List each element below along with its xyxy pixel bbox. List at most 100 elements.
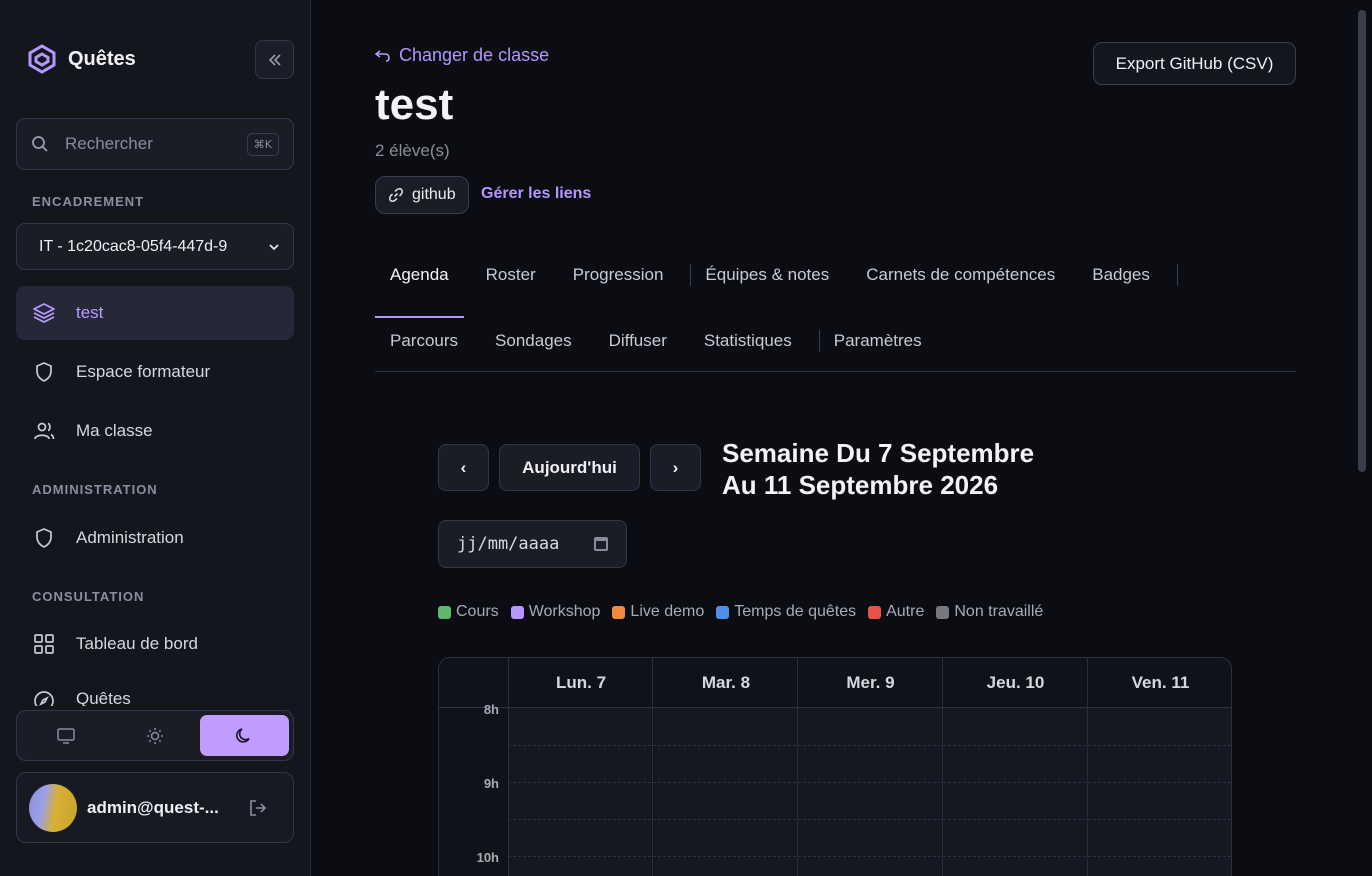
sidebar-item-tableau-de-bord[interactable]: Tableau de bord [16,617,294,671]
sidebar-item-label: test [76,303,104,322]
tab-sondages[interactable]: Sondages [473,319,587,363]
search-shortcut: ⌘K [246,132,279,156]
chevrons-left-icon [268,53,281,66]
page-scrollbar[interactable] [1358,10,1366,472]
date-input[interactable]: jj/mm/aaaa [438,520,627,568]
tabs-divider [375,371,1296,372]
hour-label: 9h [483,776,499,791]
shield-icon [36,528,52,548]
day-column-thu[interactable] [943,708,1088,876]
previous-week-button[interactable]: ‹ [438,444,489,491]
legend-swatch [612,605,626,619]
legend-label: Workshop [528,603,601,620]
change-class-link[interactable]: Changer de classe [375,45,549,66]
grid-line [508,782,1231,783]
legend-label: Temps de quêtes [734,603,857,620]
legend-swatch [510,605,524,619]
sidebar-item-test[interactable]: test [16,286,294,340]
link-icon [389,188,403,202]
hour-label: 8h [483,702,499,717]
manage-links-link[interactable]: Gérer les liens [481,185,591,203]
day-column-tue[interactable] [654,708,798,876]
chevron-down-icon [269,243,279,250]
tab-separator [1176,264,1178,286]
tab-diffuser[interactable]: Diffuser [587,319,682,363]
tab-progression[interactable]: Progression [551,253,679,297]
avatar [29,783,77,832]
section-label-encadrement: ENCADREMENT [32,194,145,209]
tab-separator [818,330,820,352]
github-link-chip[interactable]: github [375,176,469,214]
theme-switch [16,710,294,761]
hexagon-logo-icon [28,44,56,74]
sidebar-item-label: Tableau de bord [76,634,198,653]
legend: Cours Workshop Live demo Temps de quêtes… [438,603,1043,621]
section-label-consultation: CONSULTATION [32,589,145,604]
sidebar-item-espace-formateur[interactable]: Espace formateur [16,345,294,399]
today-button[interactable]: Aujourd'hui [499,444,640,491]
theme-system-button[interactable] [21,715,110,756]
search-box[interactable]: Rechercher ⌘K [16,118,294,170]
section-label-administration: ADMINISTRATION [32,482,158,497]
sidebar-item-quetes[interactable]: Quêtes [16,676,294,706]
layers-icon [33,303,55,323]
legend-swatch [716,605,730,619]
user-email: admin@quest-... [87,797,219,817]
legend-swatch [868,605,882,619]
week-calendar: Lun. 7 Mar. 8 Mer. 9 Jeu. 10 Ven. 11 8h … [438,657,1232,876]
tab-statistiques[interactable]: Statistiques [682,319,807,363]
legend-item-autre: Autre [868,603,924,621]
export-github-csv-button[interactable]: Export GitHub (CSV) [1093,42,1296,85]
grid-line [508,745,1231,746]
sidebar-item-administration[interactable]: Administration [16,511,294,565]
sidebar-item-label: Administration [76,528,184,547]
tabs-row-2: Parcours Sondages Diffuser Statistiques … [375,319,937,363]
grid-line [652,658,653,876]
collapse-sidebar-button[interactable] [255,40,294,79]
legend-item-temps-de-quetes: Temps de quêtes [716,603,856,621]
users-icon [34,422,55,440]
day-column-fri[interactable] [1088,708,1231,876]
brand[interactable]: Quêtes [28,44,136,74]
shield-icon [36,362,52,382]
sidebar-item-label: Quêtes [76,689,131,706]
tab-parcours[interactable]: Parcours [375,319,473,363]
legend-label: Cours [456,603,499,620]
theme-dark-button[interactable] [199,715,289,756]
tab-roster[interactable]: Roster [464,253,551,297]
hour-label: 10h [476,850,499,865]
day-header: Jeu. 10 [986,673,1045,692]
grid-line [942,658,943,876]
student-count: 2 élève(s) [375,141,450,160]
day-column-mon[interactable] [509,708,653,876]
week-title-line-1: Semaine Du 7 Septembre [722,438,1035,468]
tab-parametres[interactable]: Paramètres [832,319,937,363]
tab-carnets-competences[interactable]: Carnets de compétences [844,253,1070,297]
sidebar-item-label: Espace formateur [76,362,211,381]
logout-icon[interactable] [247,797,269,819]
class-select[interactable]: IT - 1c20cac8-05f4-447d-9 [16,223,294,270]
theme-light-button[interactable] [110,715,199,756]
legend-swatch [936,605,950,619]
tab-equipes-notes[interactable]: Équipes & notes [703,253,844,297]
day-header: Lun. 7 [555,673,607,692]
day-header: Mar. 8 [701,673,751,692]
calendar-icon[interactable] [594,537,608,551]
legend-item-cours: Cours [438,603,499,621]
week-title: Semaine Du 7 Septembre Au 11 Septembre 2… [722,437,1034,501]
sidebar-item-ma-classe[interactable]: Ma classe [16,404,294,458]
moon-icon [236,727,251,743]
legend-item-workshop: Workshop [510,603,601,621]
grid-line [1087,658,1088,876]
monitor-icon [56,727,75,744]
legend-label: Autre [886,603,925,620]
tab-separator [690,264,692,286]
week-title-line-2: Au 11 Septembre 2026 [722,470,999,500]
tab-agenda[interactable]: Agenda [375,253,464,318]
user-card[interactable]: admin@quest-... [16,772,294,843]
grid-line [508,856,1231,857]
day-column-wed[interactable] [798,708,943,876]
tab-badges[interactable]: Badges [1070,253,1165,297]
next-week-button[interactable]: › [650,444,701,491]
search-label: Rechercher [65,134,153,153]
